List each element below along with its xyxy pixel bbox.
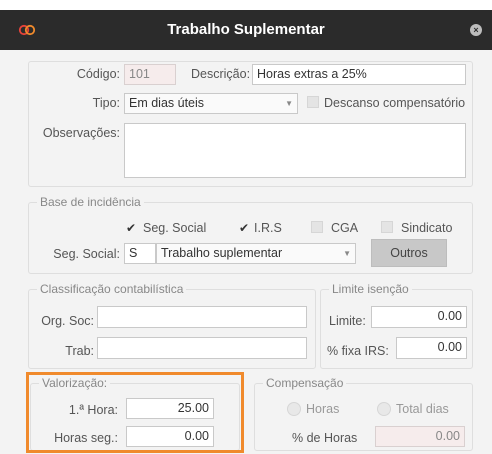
close-icon[interactable]: × — [470, 24, 482, 36]
limite-label: Limite: — [329, 314, 366, 328]
tipo-select-value: Em dias úteis — [129, 96, 205, 110]
limite-field[interactable]: 0.00 — [371, 306, 467, 328]
horas-radio[interactable] — [287, 402, 301, 416]
seg-social-label: Seg. Social: — [53, 247, 120, 261]
trab-field[interactable] — [97, 337, 307, 359]
org-soc-field[interactable] — [97, 306, 307, 328]
codigo-field[interactable]: 101 — [124, 64, 176, 85]
seg-social-select-value: Trabalho suplementar — [161, 246, 283, 260]
limite-legend: Limite isenção — [329, 282, 412, 296]
base-incidencia-legend: Base de incidência — [37, 195, 144, 209]
compensacao-legend: Compensação — [263, 376, 347, 390]
fixa-irs-field[interactable]: 0.00 — [396, 337, 467, 359]
seg-social-code-field[interactable]: S — [124, 243, 156, 264]
trab-label: Trab: — [65, 344, 94, 358]
classificacao-legend: Classificação contabilística — [37, 282, 187, 296]
observacoes-textarea[interactable] — [124, 123, 466, 178]
check-icon: ✔ — [126, 221, 137, 235]
irs-checkbox-label[interactable]: I.R.S — [254, 220, 282, 236]
sindicato-checkbox-label: Sindicato — [401, 221, 453, 235]
window-title: Trabalho Suplementar — [167, 21, 325, 38]
descanso-label: Descanso compensatório — [324, 96, 466, 110]
sindicato-checkbox[interactable] — [381, 221, 393, 233]
observacoes-label: Observações: — [42, 126, 120, 140]
cga-checkbox-label: CGA — [331, 221, 359, 235]
title-bar: Trabalho Suplementar × — [0, 10, 492, 50]
tipo-label: Tipo: — [92, 96, 120, 110]
horas-radio-label: Horas — [306, 402, 340, 416]
descanso-checkbox[interactable] — [307, 96, 319, 108]
check-icon: ✔ — [239, 221, 250, 235]
total-dias-radio-label: Total dias — [396, 402, 449, 416]
seg-social-select[interactable]: Trabalho suplementar ▼ — [156, 243, 356, 264]
valorizacao-highlight — [26, 372, 244, 453]
pct-horas-label: % de Horas — [292, 431, 358, 445]
chevron-down-icon: ▼ — [285, 99, 293, 108]
seg-social-checkbox-label[interactable]: Seg. Social — [143, 220, 206, 236]
cga-checkbox[interactable] — [311, 221, 323, 233]
org-soc-label: Org. Soc: — [41, 314, 94, 328]
descricao-field[interactable]: Horas extras a 25% — [252, 64, 466, 85]
fixa-irs-label: % fixa IRS: — [327, 344, 389, 358]
outros-button[interactable]: Outros — [371, 239, 447, 267]
tipo-select[interactable]: Em dias úteis ▼ — [124, 93, 298, 114]
pct-horas-field[interactable]: 0.00 — [375, 426, 465, 447]
chevron-down-icon: ▼ — [343, 249, 351, 258]
total-dias-radio[interactable] — [377, 402, 391, 416]
codigo-label: Código: — [76, 67, 120, 81]
descricao-label: Descrição: — [191, 67, 251, 81]
